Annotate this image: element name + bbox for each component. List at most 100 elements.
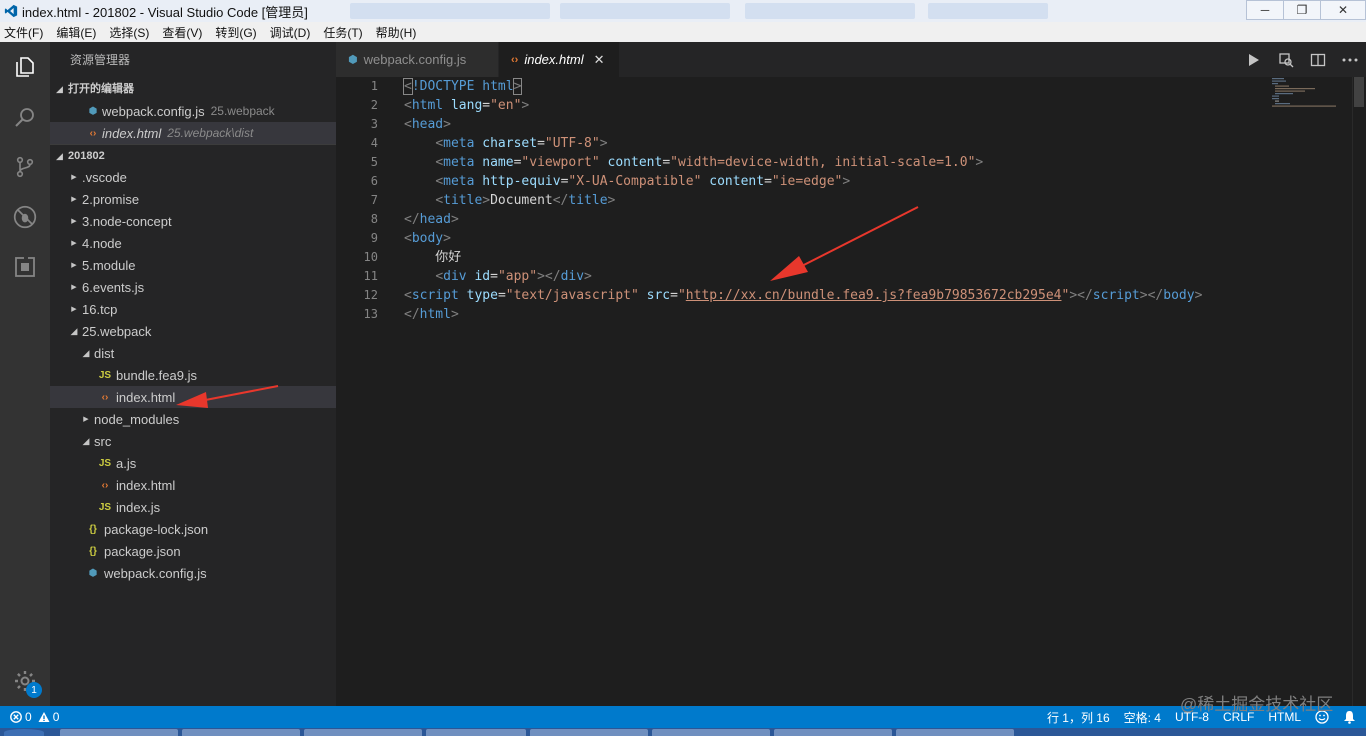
taskbar-button[interactable] (774, 729, 892, 736)
tree-folder[interactable]: ▶ 3.node-concept (50, 210, 336, 232)
debug-icon[interactable] (10, 202, 40, 232)
error-icon (10, 711, 22, 723)
chevron-down-icon: ◢ (56, 84, 63, 94)
taskbar-button[interactable] (304, 729, 422, 736)
source-control-icon[interactable] (10, 152, 40, 182)
code-token: < (403, 78, 413, 95)
indentation[interactable]: 空格: 4 (1124, 709, 1161, 726)
taskbar-button[interactable] (182, 729, 300, 736)
code-token: "ie=edge" (771, 174, 843, 189)
tree-file[interactable]: {} package-lock.json (50, 518, 336, 540)
code-line[interactable]: 1 <!DOCTYPE html> (336, 77, 1346, 96)
tree-file[interactable]: ‹› index.html (50, 386, 336, 408)
code-token: meta (443, 155, 475, 170)
problems-indicator[interactable]: 0 0 (10, 710, 59, 724)
menu-edit[interactable]: 编辑(E) (56, 24, 96, 41)
line-number: 5 (370, 155, 378, 169)
split-editor-icon[interactable] (1302, 42, 1334, 77)
tree-file[interactable]: {} package.json (50, 540, 336, 562)
js-file-icon: JS (98, 457, 112, 469)
menu-file[interactable]: 文件(F) (4, 24, 43, 41)
start-button[interactable] (4, 729, 44, 736)
tree-folder[interactable]: ▶ 16.tcp (50, 298, 336, 320)
tree-folder[interactable]: ◢ src (50, 430, 336, 452)
tab-webpack-config[interactable]: ⬢ webpack.config.js (336, 42, 498, 77)
tree-file[interactable]: JS bundle.fea9.js (50, 364, 336, 386)
tree-folder[interactable]: ◢ 25.webpack (50, 320, 336, 342)
code-editor[interactable]: 1 <!DOCTYPE html> 2 <html lang="en"> 3 <head>… (336, 77, 1366, 706)
code-line[interactable]: 4 <meta charset="UTF-8"> (336, 134, 1346, 153)
scrollbar-thumb[interactable] (1354, 77, 1364, 107)
code-line[interactable]: 12 <script type="text/javascript" src="ht… (336, 286, 1346, 305)
code-line[interactable]: 5 <meta name="viewport" content="width=d… (336, 153, 1346, 172)
code-line[interactable]: 13 </html> (336, 305, 1346, 324)
taskbar-button[interactable] (530, 729, 648, 736)
open-editor-item[interactable]: ‹› index.html 25.webpack\dist (50, 122, 336, 144)
tree-folder[interactable]: ▶ 4.node (50, 232, 336, 254)
menu-tasks[interactable]: 任务(T) (323, 24, 362, 41)
menu-go[interactable]: 转到(G) (215, 24, 256, 41)
editor-scrollbar[interactable] (1352, 77, 1366, 706)
folder-root-header[interactable]: ◢ 201802 (50, 144, 336, 166)
code-token: content (709, 174, 765, 189)
tree-folder[interactable]: ▶ node_modules (50, 408, 336, 430)
files-icon[interactable] (10, 52, 40, 82)
search-icon[interactable] (10, 102, 40, 132)
minimap[interactable] (1272, 77, 1352, 107)
cursor-position[interactable]: 行 1，列 16 (1047, 709, 1110, 726)
tab-close-icon[interactable]: ✕ (594, 52, 605, 68)
bell-icon[interactable] (1343, 710, 1356, 724)
code-token: body (411, 231, 444, 246)
tree-item-label: index.html (116, 477, 176, 493)
more-actions-icon[interactable] (1334, 42, 1366, 77)
line-number: 4 (370, 136, 378, 150)
code-token: html (419, 307, 451, 322)
code-token: head (419, 212, 451, 227)
tree-folder[interactable]: ▶ 2.promise (50, 188, 336, 210)
code-line[interactable]: 8 </head> (336, 210, 1346, 229)
close-button[interactable]: ✕ (1320, 0, 1366, 20)
title-bar: index.html - 201802 - Visual Studio Code… (0, 0, 1366, 22)
code-line[interactable]: 2 <html lang="en"> (336, 96, 1346, 115)
code-token: > (1194, 288, 1203, 303)
taskbar-button[interactable] (896, 729, 1014, 736)
taskbar-button[interactable] (652, 729, 770, 736)
code-token: script (411, 288, 459, 303)
run-icon[interactable] (1238, 42, 1270, 77)
code-line[interactable]: 11 <div id="app"></div> (336, 267, 1346, 286)
tree-file[interactable]: JS a.js (50, 452, 336, 474)
maximize-button[interactable]: ❐ (1283, 0, 1321, 20)
tab-index-html[interactable]: ‹› index.html ✕ (499, 42, 619, 77)
open-changes-icon[interactable] (1270, 42, 1302, 77)
tree-folder[interactable]: ◢ dist (50, 342, 336, 364)
code-token: lang (450, 98, 483, 113)
tree-file[interactable]: ‹› index.html (50, 474, 336, 496)
menu-debug[interactable]: 调试(D) (270, 24, 311, 41)
explorer-sidebar: 资源管理器 ◢ 打开的编辑器 ⬢ webpack.config.js 25.webp… (50, 42, 336, 706)
tree-file[interactable]: JS index.js (50, 496, 336, 518)
code-line[interactable]: 3 <head> (336, 115, 1346, 134)
code-line[interactable]: 9 <body> (336, 229, 1346, 248)
tree-folder[interactable]: ▶ .vscode (50, 166, 336, 188)
menu-selection[interactable]: 选择(S) (109, 24, 149, 41)
extensions-icon[interactable] (10, 252, 40, 282)
tree-item-label: .vscode (82, 169, 127, 185)
warning-count: 0 (52, 710, 60, 724)
tree-file[interactable]: ⬢ webpack.config.js (50, 562, 336, 584)
open-editors-header[interactable]: ◢ 打开的编辑器 (50, 78, 336, 100)
tree-folder[interactable]: ▶ 6.events.js (50, 276, 336, 298)
taskbar-button[interactable] (426, 729, 526, 736)
open-editor-item[interactable]: ⬢ webpack.config.js 25.webpack (50, 100, 336, 122)
menu-help[interactable]: 帮助(H) (376, 24, 417, 41)
taskbar-button[interactable] (60, 729, 178, 736)
tree-folder[interactable]: ▶ 5.module (50, 254, 336, 276)
tree-item-label: webpack.config.js (104, 565, 207, 581)
minimize-button[interactable]: ─ (1246, 0, 1284, 20)
code-line[interactable]: 10 你好 (336, 248, 1346, 267)
code-line[interactable]: 7 <title>Document</title> (336, 191, 1346, 210)
open-editor-label: index.html (102, 125, 162, 141)
menu-view[interactable]: 查看(V) (162, 24, 202, 41)
code-line[interactable]: 6 <meta http-equiv = "X-UA-Compatible" con… (336, 172, 1346, 191)
